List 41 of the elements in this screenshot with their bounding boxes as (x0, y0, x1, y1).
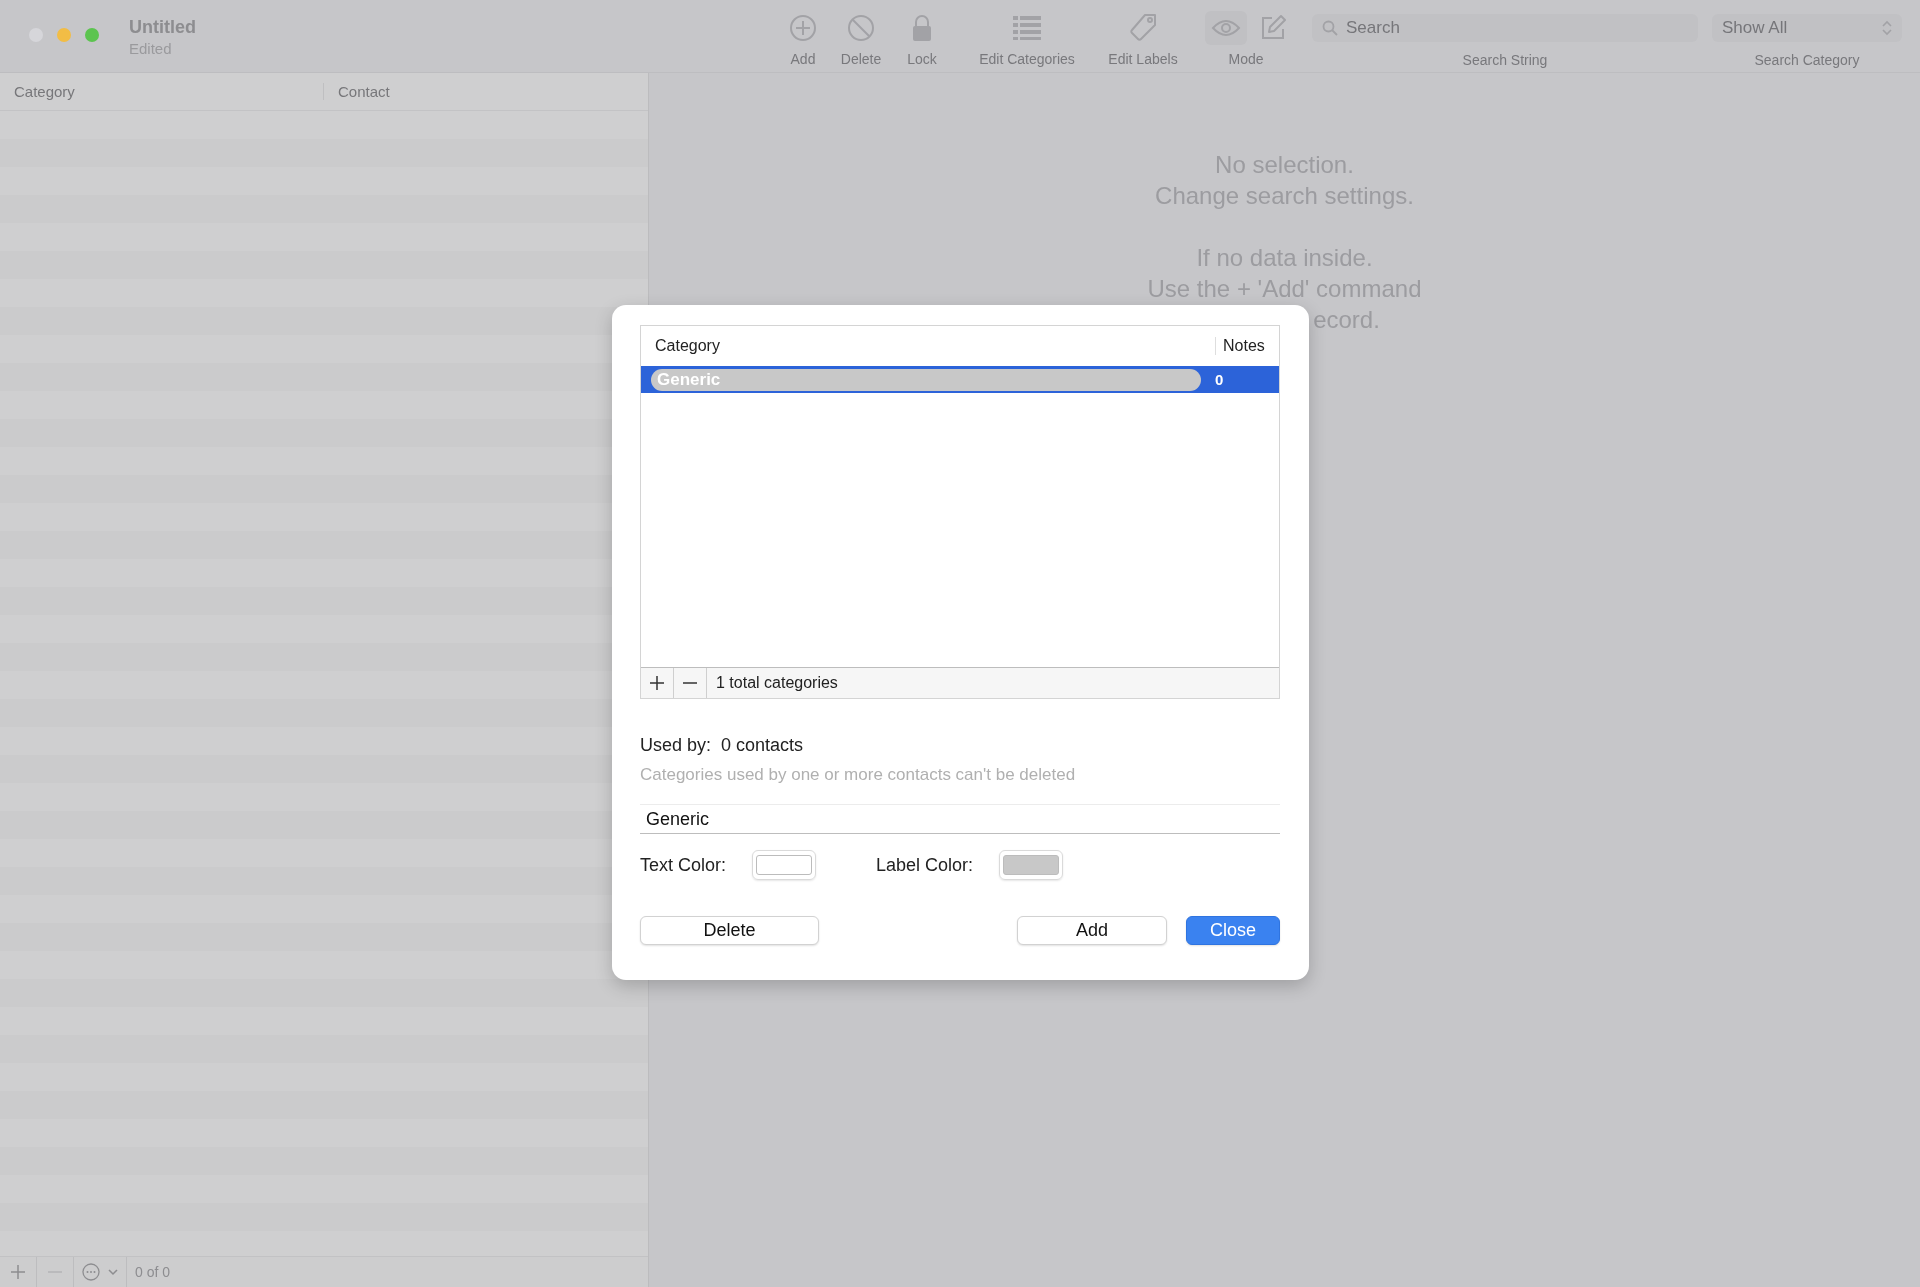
toolbar-button-label[interactable]: Add (790, 51, 816, 67)
toolbar-button-label[interactable]: Lock (907, 51, 937, 67)
chevron-down-icon (108, 1268, 118, 1276)
tag-icon (1127, 12, 1159, 44)
plus-icon (650, 676, 664, 690)
column-header[interactable]: Contact (323, 83, 390, 100)
add-icon (789, 14, 817, 42)
category-popup[interactable]: Show All (1712, 14, 1902, 42)
search-field[interactable]: Search (1312, 14, 1698, 42)
ellipsis-icon (82, 1263, 100, 1281)
toolbar-button-label[interactable]: Edit Labels (1108, 51, 1178, 67)
table-cell-text: 0 (1214, 371, 1225, 388)
lock-icon (911, 14, 933, 42)
list-icon (1012, 15, 1042, 41)
record-count: 0 of 0 (134, 1264, 171, 1280)
search-field-label: Search String (1462, 52, 1548, 68)
window-title: Untitled (129, 17, 196, 38)
zoom-button[interactable] (85, 28, 99, 42)
toolbar-button-label[interactable]: Mode (1228, 51, 1264, 67)
category-count: 1 total categories (715, 674, 838, 692)
name-field[interactable]: Generic (640, 804, 1280, 834)
close-button[interactable]: Close (1186, 916, 1280, 945)
used-by-label: Used by: (640, 735, 712, 756)
column-header[interactable]: Category (0, 83, 323, 100)
chevron-up-down-icon (1882, 20, 1892, 36)
used-by-value: 0 contacts (721, 735, 804, 756)
toolbar-button-label[interactable]: Edit Categories (979, 51, 1075, 67)
hint-text: Categories used by one or more contacts can't be deleted (640, 765, 1077, 785)
text-color-label: Text Color: (640, 854, 727, 876)
column-header[interactable]: Notes (1215, 337, 1279, 355)
dialog-button[interactable]: Add (1017, 916, 1167, 945)
popup-label: Search Category (1754, 52, 1860, 68)
pencil-icon (1259, 14, 1287, 42)
eye-icon (1205, 11, 1247, 45)
prohibited-icon (847, 14, 875, 42)
dialog-button[interactable]: Delete (640, 916, 819, 945)
minimize-button[interactable] (57, 28, 71, 42)
label-color-label: Label Color: (876, 854, 974, 876)
toolbar-button-label[interactable]: Delete (840, 51, 882, 67)
plus-icon (11, 1265, 25, 1279)
column-header[interactable]: Category (641, 337, 1215, 355)
